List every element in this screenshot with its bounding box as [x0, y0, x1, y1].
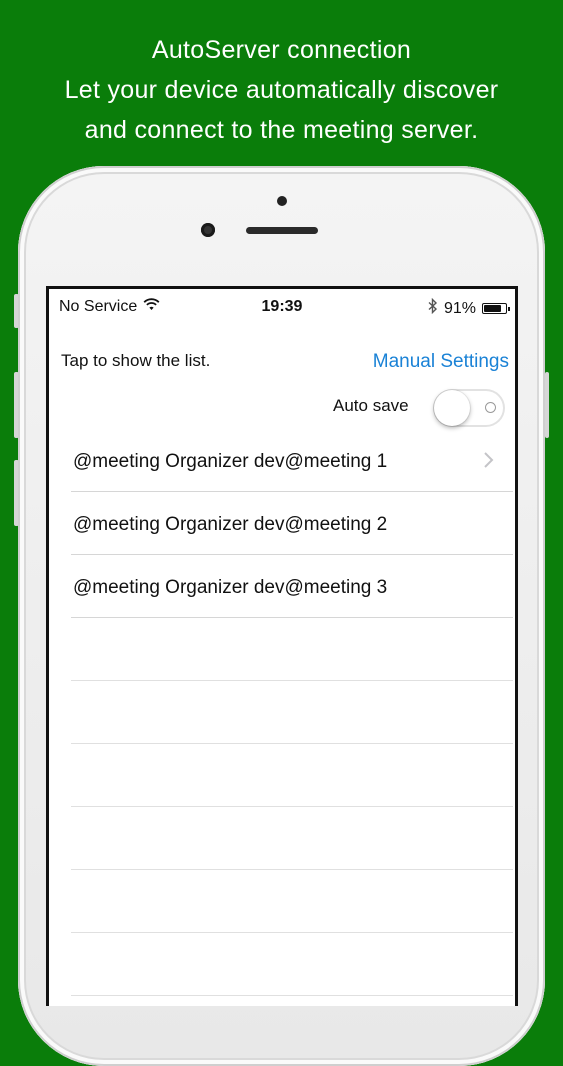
server-label: @meeting Organizer dev@meeting 3: [73, 577, 388, 598]
server-row-3[interactable]: @meeting Organizer dev@meeting 3: [71, 555, 513, 618]
headline-line-2: Let your device automatically discover: [64, 76, 499, 104]
earpiece-speaker: [246, 227, 318, 234]
auto-save-toggle[interactable]: [433, 389, 505, 427]
server-list: @meeting Organizer dev@meeting 1 @meetin…: [71, 429, 513, 996]
headline-line-1: AutoServer connection: [151, 36, 412, 64]
manual-settings-button[interactable]: Manual Settings: [373, 351, 509, 373]
status-bar: No Service 19:39 91%: [49, 289, 515, 325]
headline: AutoServer connection Let your device au…: [0, 30, 563, 150]
empty-row: [71, 681, 513, 744]
bluetooth-icon: [428, 297, 438, 319]
empty-row: [71, 870, 513, 933]
empty-row: [71, 744, 513, 807]
toggle-knob: [434, 390, 470, 426]
power-button: [545, 372, 549, 438]
battery-fill: [484, 305, 501, 312]
empty-row: [71, 618, 513, 681]
front-camera: [201, 223, 215, 237]
proximity-sensor: [277, 196, 287, 206]
empty-row: [71, 933, 513, 996]
server-label: @meeting Organizer dev@meeting 1: [73, 451, 388, 472]
chevron-right-icon: [483, 451, 495, 469]
phone-screen: No Service 19:39 91% Tap to show the lis…: [46, 286, 518, 1006]
empty-row: [71, 807, 513, 870]
server-row-2[interactable]: @meeting Organizer dev@meeting 2: [71, 492, 513, 555]
battery-icon: [482, 303, 510, 314]
server-row-1[interactable]: @meeting Organizer dev@meeting 1: [71, 429, 513, 492]
battery-percent: 91%: [443, 299, 476, 317]
headline-line-3: and connect to the meeting server.: [84, 116, 479, 144]
server-label: @meeting Organizer dev@meeting 2: [73, 514, 388, 535]
auto-save-label: Auto save: [333, 396, 409, 415]
hint-text: Tap to show the list.: [61, 351, 211, 370]
toggle-off-icon: [485, 402, 496, 413]
